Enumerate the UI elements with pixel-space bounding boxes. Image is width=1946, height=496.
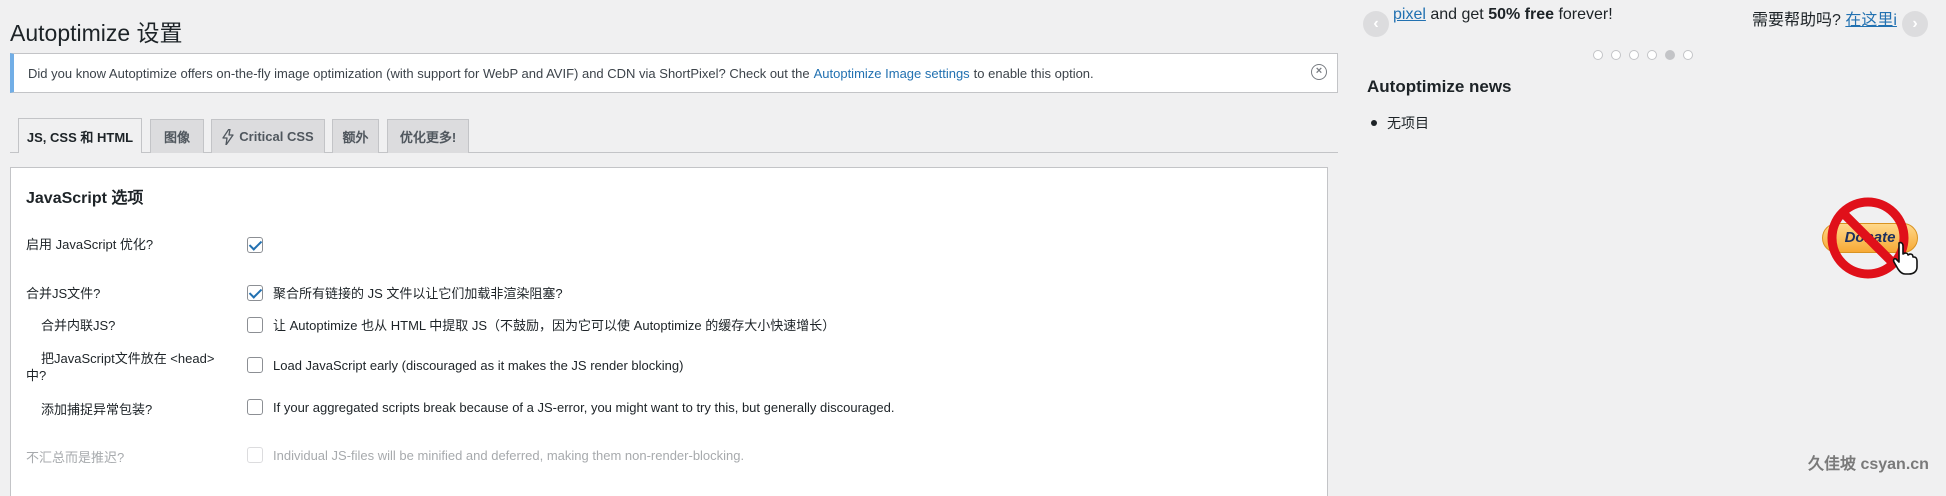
lightning-icon	[222, 128, 234, 145]
tab-critical-css[interactable]: Critical CSS	[211, 119, 325, 153]
carousel-next-button[interactable]: ›	[1902, 11, 1928, 37]
settings-tabs: JS, CSS 和 HTML 图像 Critical CSS 额外 优化更多!	[10, 117, 1338, 153]
help-link[interactable]: 在这里i	[1845, 12, 1897, 29]
js-in-head-label-line2: 中?	[26, 368, 47, 383]
dismiss-notice-icon[interactable]: ×	[1311, 64, 1327, 80]
tab-label: Critical CSS	[239, 129, 314, 144]
aggregate-js-description: 聚合所有链接的 JS 文件以让它们加载非渲染阻塞?	[273, 286, 563, 301]
aggregate-inline-js-checkbox[interactable]	[247, 316, 263, 333]
aggregate-inline-js-field: 让 Autoptimize 也从 HTML 中提取 JS（不鼓励，因为它可以使 …	[247, 315, 835, 334]
defer-not-aggregate-checkbox	[247, 447, 263, 463]
donate-button[interactable]: Donate	[1820, 193, 1920, 283]
carousel-dot[interactable]	[1683, 50, 1693, 60]
defer-not-aggregate-field: Individual JS-files will be minified and…	[247, 447, 744, 463]
js-in-head-checkbox[interactable]	[247, 357, 263, 373]
page-title: Autoptimize 设置	[10, 20, 183, 46]
carousel-text-middle: and get	[1425, 6, 1489, 23]
aggregate-js-checkbox[interactable]	[247, 284, 263, 301]
try-catch-checkbox[interactable]	[247, 399, 263, 415]
news-list: 无项目	[1367, 113, 1429, 133]
carousel-text-end: forever!	[1554, 6, 1613, 23]
aggregate-js-field: 聚合所有链接的 JS 文件以让它们加载非渲染阻塞?	[247, 283, 563, 302]
enable-js-optimization-label: 启用 JavaScript 优化?	[26, 237, 154, 252]
news-item: 无项目	[1387, 115, 1429, 131]
js-in-head-description: Load JavaScript early (discouraged as it…	[273, 357, 684, 373]
aggregate-inline-js-label: 合并内联JS?	[41, 318, 116, 333]
section-title: JavaScript 选项	[26, 190, 144, 207]
tab-label: JS, CSS 和 HTML	[26, 129, 134, 145]
try-catch-description: If your aggregated scripts break because…	[273, 399, 895, 415]
carousel-dot[interactable]	[1593, 50, 1603, 60]
notice-text-after: to enable this option.	[973, 65, 1094, 81]
aggregate-js-label: 合并JS文件?	[26, 286, 101, 301]
tab-images[interactable]: 图像	[150, 119, 204, 153]
bullet-icon	[1371, 120, 1377, 126]
enable-js-optimization-checkbox[interactable]	[247, 237, 263, 253]
tab-label: 图像	[163, 130, 190, 145]
carousel-text-bold: 50% free	[1488, 6, 1555, 23]
carousel-dots	[1593, 50, 1693, 60]
help-text: 需要帮助吗?	[1752, 12, 1846, 29]
carousel-dot-active[interactable]	[1665, 50, 1675, 60]
help-slide-text: 需要帮助吗? 在这里i	[1752, 6, 1897, 30]
javascript-options-panel: JavaScript 选项 启用 JavaScript 优化? 合并JS文件? …	[10, 167, 1328, 496]
carousel-dot[interactable]	[1647, 50, 1657, 60]
news-title: Autoptimize news	[1367, 77, 1512, 96]
tab-extra[interactable]: 额外	[332, 119, 379, 153]
watermark: 久佳坡 csyan.cn	[1808, 456, 1929, 473]
try-catch-field: If your aggregated scripts break because…	[247, 399, 894, 415]
autoptimize-image-settings-link[interactable]: Autoptimize Image settings	[814, 66, 970, 81]
tab-label: 优化更多!	[399, 130, 457, 145]
aggregate-inline-js-description: 让 Autoptimize 也从 HTML 中提取 JS（不鼓励，因为它可以使 …	[273, 318, 836, 333]
carousel-dot[interactable]	[1629, 50, 1639, 60]
defer-not-aggregate-label: 不汇总而是推迟?	[26, 450, 125, 465]
try-catch-label: 添加捕捉异常包装?	[41, 402, 153, 417]
notice-text-before: Did you know Autoptimize offers on-the-f…	[28, 65, 810, 81]
tab-js-css-html[interactable]: JS, CSS 和 HTML	[18, 118, 142, 153]
carousel-slide-text: pixel and get 50% free forever!	[1393, 6, 1613, 24]
js-in-head-field: Load JavaScript early (discouraged as it…	[247, 357, 683, 373]
tab-label: 额外	[342, 130, 369, 145]
carousel-prev-button[interactable]: ‹	[1363, 11, 1389, 37]
hand-cursor-icon	[1892, 241, 1918, 275]
enable-js-optimization-field	[247, 237, 263, 253]
carousel-shortpixel-link[interactable]: pixel	[1393, 6, 1426, 23]
tab-optimize-more[interactable]: 优化更多!	[387, 119, 469, 153]
js-in-head-label: 把JavaScript文件放在 <head>	[41, 350, 214, 367]
defer-not-aggregate-description: Individual JS-files will be minified and…	[273, 447, 745, 463]
carousel-dot[interactable]	[1611, 50, 1621, 60]
js-in-head-label-line1: 把JavaScript文件放在 <head>	[41, 351, 215, 366]
shortpixel-notice: Did you know Autoptimize offers on-the-f…	[10, 53, 1338, 93]
